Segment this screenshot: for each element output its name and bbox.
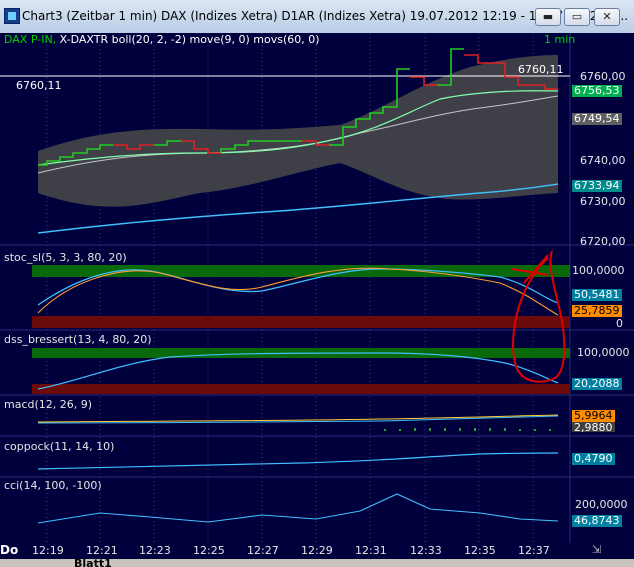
cci-pane-title: cci(14, 100, -100): [4, 479, 102, 492]
value-box-sma: 6733,94: [572, 179, 622, 192]
time-axis: Do 12:19 12:21 12:23 12:25 12:27 12:29 1…: [0, 543, 634, 559]
sheet-tab[interactable]: Blatt1: [74, 559, 112, 567]
time-label: 12:37: [518, 544, 550, 557]
zoom-arrows-icon[interactable]: ⇲: [592, 543, 612, 557]
coppock-pane-title: coppock(11, 14, 10): [4, 440, 115, 453]
stoc-tick-100: 100,0000: [572, 264, 625, 277]
time-label: 12:35: [464, 544, 496, 557]
minimize-button[interactable]: ▬: [535, 8, 561, 26]
dss-line: [37, 352, 559, 390]
sheet-tab-bar: Blatt1: [0, 559, 634, 567]
y-tick: 6740,00: [580, 154, 626, 167]
stoc-pane-title: stoc_sl(5, 3, 3, 80, 20): [4, 251, 127, 264]
dss-pane-title: dss_bressert(13, 4, 80, 20): [4, 333, 152, 346]
bollinger-band: [38, 55, 558, 207]
value-box-dss: 20,2088: [572, 377, 622, 390]
hline-label-right: 6760,11: [518, 63, 564, 76]
timeframe-label: 1 min: [544, 33, 576, 46]
stoc-tick-0: 0: [616, 317, 623, 330]
day-label: Do: [0, 543, 19, 557]
time-label: 12:33: [410, 544, 442, 557]
value-box-boll-mid: 6749,54: [572, 112, 622, 125]
time-label: 12:23: [139, 544, 171, 557]
cci-tick-200: 200,0000: [575, 498, 628, 511]
value-box-cci: 46,8743: [572, 514, 622, 527]
time-label: 12:25: [193, 544, 225, 557]
time-label: 12:21: [86, 544, 118, 557]
window-titlebar[interactable]: Chart3 (Zeitbar 1 min) DAX (Indizes Xetr…: [0, 0, 634, 34]
y-tick: 6720,00: [580, 235, 626, 248]
dss-tick-100: 100,0000: [577, 346, 630, 359]
value-box-macd: 5,9964: [572, 409, 615, 422]
value-box-ema: 6756,53: [572, 84, 622, 97]
y-tick: 6760,00: [580, 70, 626, 83]
time-label: 12:31: [355, 544, 387, 557]
time-label: 12:29: [301, 544, 333, 557]
value-box-stoc-d: 25,7859: [572, 304, 622, 317]
chart-app-icon: [4, 8, 20, 24]
indicator-list: X-DAXTR boll(20, 2, -2) move(9, 0) movs(…: [56, 33, 320, 46]
main-pane-title: DAX P-IN, X-DAXTR boll(20, 2, -2) move(9…: [4, 33, 320, 46]
close-button[interactable]: ✕: [594, 8, 620, 26]
value-box-macd-signal: 2,9880: [572, 422, 615, 432]
time-label: 12:19: [32, 544, 64, 557]
chart-area[interactable]: DAX P-IN, X-DAXTR boll(20, 2, -2) move(9…: [0, 33, 634, 543]
value-box-coppock: 0,4790: [572, 452, 615, 465]
value-box-stoc-k: 50,5481: [572, 288, 622, 301]
instrument-label: DAX P-IN,: [4, 33, 57, 46]
cci-line: [37, 493, 559, 524]
maximize-button[interactable]: ▭: [564, 8, 590, 26]
chart-canvas[interactable]: [0, 33, 634, 543]
coppock-line: [37, 452, 559, 470]
y-tick: 6730,00: [580, 195, 626, 208]
time-label: 12:27: [247, 544, 279, 557]
macd-histogram: [384, 428, 551, 431]
hline-label-left: 6760,11: [16, 79, 62, 92]
stoc-oversold-zone: [32, 316, 570, 328]
macd-pane-title: macd(12, 26, 9): [4, 398, 93, 411]
dss-oversold-zone: [32, 384, 570, 394]
